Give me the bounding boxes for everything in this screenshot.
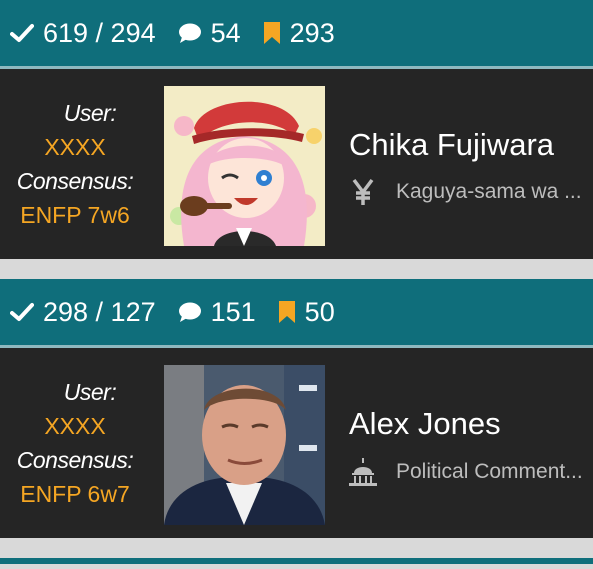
consensus-label: Consensus: [16,446,134,473]
capitol-icon [348,457,378,487]
profile-card[interactable]: 619 / 294 54 293 User: XXXX Consensus: E… [0,0,593,259]
consensus-label: Consensus: [16,167,134,194]
user-type-value[interactable]: XXXX [44,134,105,161]
yen-icon [348,178,378,206]
check-icon [10,302,34,322]
bookmark-icon [263,21,281,45]
user-type-value[interactable]: XXXX [44,413,105,440]
bookmarks-stat[interactable]: 293 [263,18,335,49]
check-icon [10,23,34,43]
profile-card[interactable]: 298 / 127 151 50 User: XXXX Consensus: E… [0,279,593,538]
consensus-type-value[interactable]: ENFP 7w6 [20,202,130,229]
profile-body: User: XXXX Consensus: ENFP 6w7 Alex Jone… [0,348,593,538]
bookmarks-stat[interactable]: 50 [278,297,335,328]
user-label: User: [63,99,117,126]
comments-stat[interactable]: 151 [178,297,256,328]
comment-icon [178,22,202,44]
category-label: Kaguya-sama wa ... [396,180,582,203]
votes-count: 298 / 127 [43,296,156,327]
avatar[interactable] [164,365,325,525]
comment-icon [178,301,202,323]
votes-stat[interactable]: 619 / 294 [10,18,156,49]
consensus-type-value[interactable]: ENFP 6w7 [20,481,130,508]
votes-stat[interactable]: 298 / 127 [10,297,156,328]
user-label: User: [63,378,117,405]
type-info: User: XXXX Consensus: ENFP 7w6 [0,69,150,259]
bookmark-icon [278,300,296,324]
character-name[interactable]: Chika Fujiwara [349,127,554,163]
card-separator [0,538,593,558]
profile-body: User: XXXX Consensus: ENFP 7w6 Chika Fuj… [0,69,593,259]
bookmarks-count: 293 [289,17,335,48]
avatar[interactable] [164,86,325,246]
character-name[interactable]: Alex Jones [349,406,501,442]
category[interactable]: Political Comment... [348,457,593,487]
type-info: User: XXXX Consensus: ENFP 6w7 [0,348,150,538]
votes-count: 619 / 294 [43,17,156,48]
stats-bar: 298 / 127 151 50 [0,279,593,345]
comments-count: 54 [210,17,241,48]
comments-stat[interactable]: 54 [178,18,241,49]
category[interactable]: Kaguya-sama wa ... [348,178,593,206]
card-separator [0,259,593,279]
category-label: Political Comment... [396,460,583,483]
comments-count: 151 [210,296,256,327]
stats-bar: 619 / 294 54 293 [0,0,593,66]
bookmarks-count: 50 [304,296,335,327]
next-card-edge [0,558,593,564]
